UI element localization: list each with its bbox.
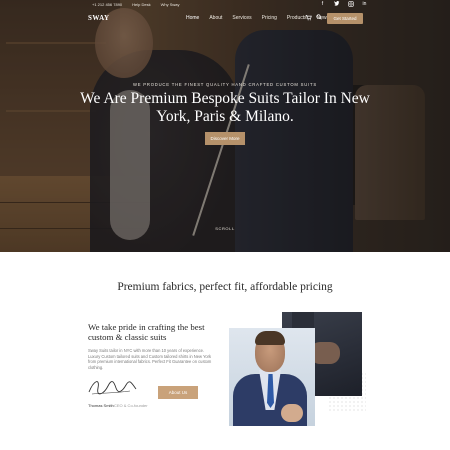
search-icon[interactable] — [316, 14, 322, 22]
linkedin-icon[interactable]: in — [361, 1, 368, 8]
get-started-button[interactable]: Get Started — [327, 13, 363, 24]
topbar-phone[interactable]: +1 212 456 7890 — [92, 2, 122, 7]
nav-item-products[interactable]: Products — [287, 15, 307, 21]
hero-title: We Are Premium Bespoke Suits Tailor In N… — [80, 90, 370, 125]
about-us-button[interactable]: About Us — [158, 386, 198, 399]
signature-image — [88, 381, 137, 395]
nav-item-home[interactable]: Home — [186, 15, 199, 21]
instagram-icon[interactable] — [347, 1, 354, 8]
signature-name: Thomas Smith — [88, 403, 114, 408]
discover-more-button[interactable]: Discover More — [205, 132, 245, 145]
section-tagline: Premium fabrics, perfect fit, affordable… — [117, 281, 333, 293]
about-title: We take pride in crafting the best custo… — [88, 322, 205, 342]
about-text: Sway Suits tailor in NYC with more than … — [88, 348, 212, 370]
facebook-icon[interactable]: f — [319, 1, 326, 8]
social-links: f in — [319, 1, 368, 8]
main-navigation: SWAY Home About Services Pricing Product… — [0, 11, 450, 27]
hero-overlay — [0, 0, 450, 252]
site-logo[interactable]: SWAY — [88, 14, 110, 22]
nav-item-pricing[interactable]: Pricing — [262, 15, 277, 21]
topbar-help-link[interactable]: Help Desk — [132, 2, 150, 7]
signature-role: CEO & Co-founder — [114, 403, 148, 408]
top-bar: +1 212 456 7890 Help Desk Why Sway f in — [0, 0, 450, 10]
scroll-indicator[interactable]: SCROLL — [0, 226, 450, 231]
nav-item-services[interactable]: Services — [232, 15, 251, 21]
cart-icon[interactable] — [305, 14, 312, 23]
hero-kicker: WE PRODUCE THE FINEST QUALITY HAND CRAFT… — [133, 82, 317, 87]
twitter-icon[interactable] — [333, 1, 340, 8]
suit-fitting-image — [229, 328, 315, 426]
nav-item-about[interactable]: About — [209, 15, 222, 21]
hero-section: +1 212 456 7890 Help Desk Why Sway f in … — [0, 0, 450, 252]
topbar-why-link[interactable]: Why Sway — [161, 2, 180, 7]
